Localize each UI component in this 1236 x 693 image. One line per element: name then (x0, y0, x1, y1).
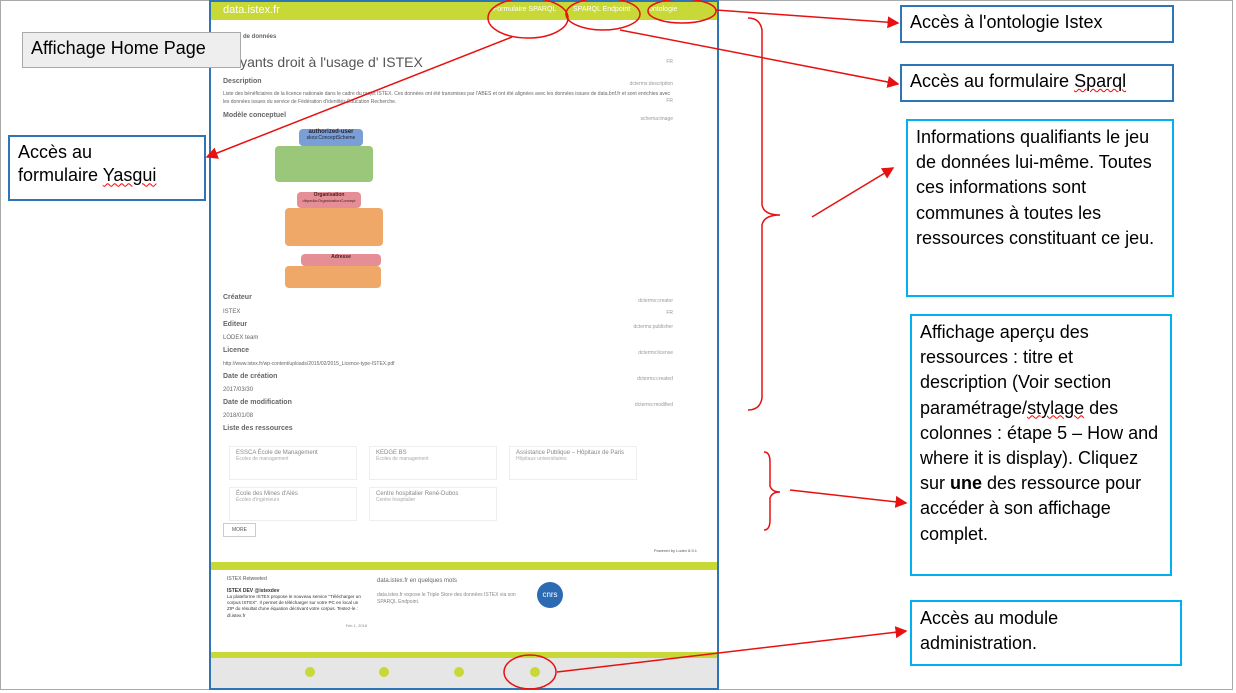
brace-info (747, 17, 781, 411)
arrow-info (811, 167, 895, 218)
highlight-ontology (647, 0, 717, 24)
arrow-preview (789, 489, 908, 508)
arrow-admin (556, 626, 908, 673)
highlight-sparql-endpoint (565, 0, 641, 31)
arrow-ontology (715, 9, 900, 29)
arrow-yasgui (205, 36, 513, 159)
annotation-overlay (205, 0, 908, 690)
highlight-admin (503, 654, 557, 690)
brace-preview (763, 451, 781, 531)
arrow-sparql-form (619, 29, 900, 88)
highlight-sparql-form (487, 0, 569, 39)
